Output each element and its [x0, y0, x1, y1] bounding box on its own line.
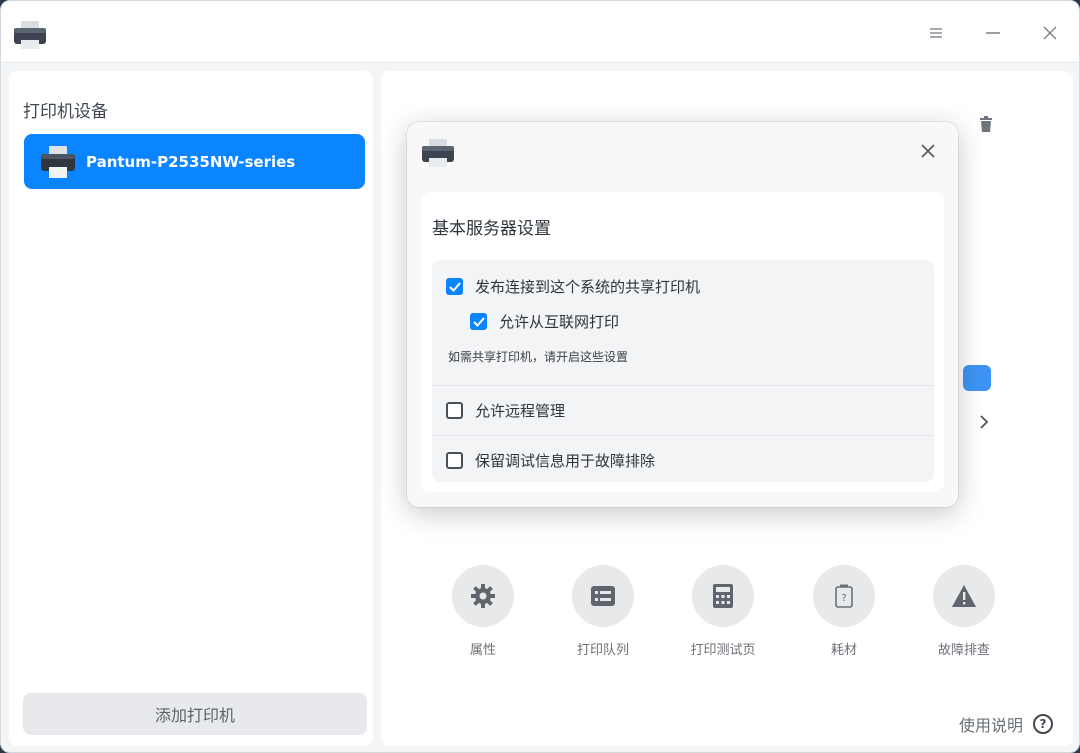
print-test-page-button[interactable]: 打印测试页 — [668, 565, 778, 658]
allow-internet-checkbox[interactable] — [470, 313, 487, 330]
svg-text:?: ? — [841, 593, 846, 604]
debug-info-checkbox[interactable] — [446, 452, 463, 469]
publish-shared-checkbox[interactable] — [446, 278, 463, 295]
print-queue-button[interactable]: 打印队列 — [548, 565, 658, 658]
minimize-icon[interactable] — [979, 19, 1007, 47]
help-label: 使用说明 — [959, 716, 1024, 735]
toggle-switch[interactable] — [963, 365, 991, 391]
title-bar — [1, 1, 1079, 63]
warning-icon — [933, 565, 995, 627]
server-settings-dialog: 基本服务器设置 发布连接到这个系统的共享打印机 允许从互联网打印 如需共享打印机… — [407, 122, 958, 507]
help-icon: ? — [1033, 714, 1054, 734]
properties-button[interactable]: 属性 — [428, 565, 538, 658]
troubleshoot-button[interactable]: 故障排查 — [909, 565, 1019, 658]
allow-internet-option[interactable]: 允许从互联网打印 — [470, 311, 619, 332]
help-link[interactable]: 使用说明 ? — [959, 712, 1054, 736]
dialog-body: 基本服务器设置 发布连接到这个系统的共享打印机 允许从互联网打印 如需共享打印机… — [421, 192, 944, 492]
chevron-right-icon[interactable] — [978, 411, 990, 436]
printer-name: Pantum-P2535NW-series — [86, 152, 296, 171]
properties-label: 属性 — [469, 643, 496, 658]
sidebar: 打印机设备 Pantum-P2535NW-series 添加打印机 — [9, 71, 373, 746]
publish-shared-option[interactable]: 发布连接到这个系统的共享打印机 — [446, 276, 700, 297]
test-page-icon — [692, 565, 754, 627]
settings-group: 发布连接到这个系统的共享打印机 允许从互联网打印 如需共享打印机，请开启这些设置… — [432, 260, 934, 482]
dialog-close-icon[interactable] — [915, 138, 941, 164]
supplies-label: 耗材 — [830, 643, 857, 658]
section-title: 基本服务器设置 — [432, 219, 551, 239]
remote-admin-option[interactable]: 允许远程管理 — [446, 400, 565, 421]
menu-icon[interactable] — [922, 19, 950, 47]
sidebar-title: 打印机设备 — [23, 102, 108, 122]
remote-admin-checkbox[interactable] — [446, 402, 463, 419]
sidebar-item-printer[interactable]: Pantum-P2535NW-series — [24, 134, 365, 189]
divider — [432, 435, 934, 436]
gear-icon — [452, 565, 514, 627]
troubleshoot-label: 故障排查 — [937, 643, 990, 658]
queue-icon — [572, 565, 634, 627]
remote-admin-label: 允许远程管理 — [475, 402, 566, 420]
allow-internet-label: 允许从互联网打印 — [499, 313, 620, 331]
printer-app-icon — [14, 21, 46, 49]
publish-shared-label: 发布连接到这个系统的共享打印机 — [475, 278, 701, 296]
close-icon[interactable] — [1036, 19, 1064, 47]
print-queue-label: 打印队列 — [576, 643, 629, 658]
debug-info-option[interactable]: 保留调试信息用于故障排除 — [446, 450, 655, 471]
debug-info-label: 保留调试信息用于故障排除 — [475, 452, 656, 470]
supplies-icon: ? — [813, 565, 875, 627]
print-test-page-label: 打印测试页 — [690, 643, 756, 658]
delete-icon[interactable] — [977, 115, 995, 133]
printer-icon — [41, 145, 75, 178]
sharing-hint: 如需共享打印机，请开启这些设置 — [448, 350, 629, 364]
add-printer-button[interactable]: 添加打印机 — [23, 693, 367, 735]
supplies-button[interactable]: ? 耗材 — [789, 565, 899, 658]
printer-manager-window: 打印机设备 Pantum-P2535NW-series 添加打印机 属性 打印队… — [0, 0, 1080, 753]
printer-app-icon — [422, 139, 454, 167]
divider — [432, 385, 934, 386]
